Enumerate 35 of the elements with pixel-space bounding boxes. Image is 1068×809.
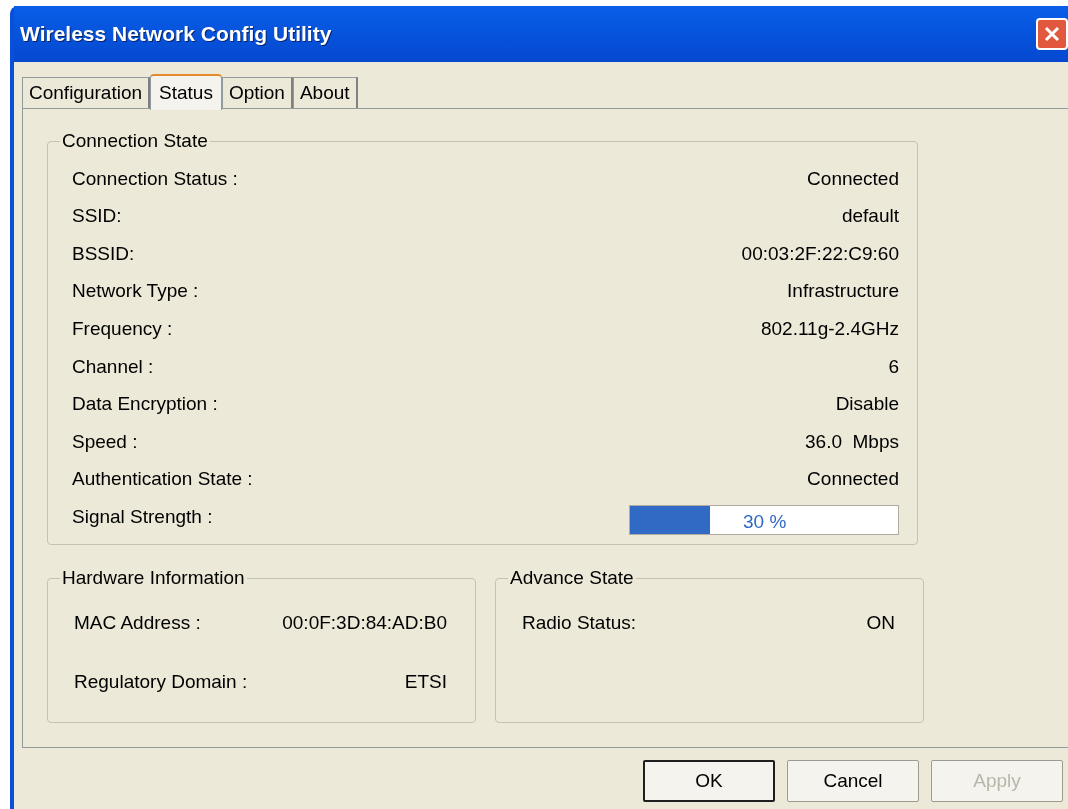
close-button[interactable] bbox=[1036, 18, 1068, 50]
field-label: SSID: bbox=[72, 204, 122, 229]
field-value: Connected bbox=[807, 467, 899, 492]
field-label: Regulatory Domain : bbox=[74, 670, 248, 694]
field-value: default bbox=[841, 204, 899, 229]
dialog-button[interactable]: Cancel bbox=[787, 760, 919, 802]
field-label: Authentication State : bbox=[72, 467, 253, 492]
dialog-button[interactable]: OK bbox=[643, 760, 775, 802]
field-value: 802.11g-2.4GHz bbox=[761, 316, 899, 341]
field-label: Connection Status : bbox=[72, 166, 238, 191]
field-label: Channel : bbox=[72, 354, 154, 379]
field-label: Speed : bbox=[72, 429, 138, 454]
field-value: ON bbox=[866, 611, 895, 635]
tab[interactable]: Configuration bbox=[22, 77, 151, 108]
field-value: Connected bbox=[807, 166, 899, 191]
close-icon bbox=[1042, 24, 1062, 44]
field-value: Disable bbox=[835, 392, 899, 417]
tab[interactable]: Option bbox=[221, 77, 293, 108]
field-label: Radio Status: bbox=[522, 611, 637, 635]
field-label: Signal Strength : bbox=[72, 504, 213, 529]
field-label: Network Type : bbox=[72, 279, 199, 304]
field-label: Frequency : bbox=[72, 316, 173, 341]
field-label: Data Encryption : bbox=[72, 392, 218, 417]
field-value: 00:0F:3D:84:AD:B0 bbox=[282, 611, 447, 635]
field-value: ETSI bbox=[404, 670, 447, 694]
field-value: 00:03:2F:22:C9:60 bbox=[741, 241, 899, 266]
field-label: BSSID: bbox=[72, 241, 135, 266]
meter-reading: 30 % bbox=[743, 510, 787, 535]
window-title: Wireless Network Config Utility bbox=[20, 21, 332, 48]
field-value: 36.0 Mbps bbox=[805, 429, 899, 454]
tab[interactable]: Status bbox=[150, 74, 222, 110]
field-value: 6 bbox=[888, 354, 899, 379]
field-label: MAC Address : bbox=[74, 611, 201, 635]
tab[interactable]: About bbox=[292, 77, 358, 108]
field-value: Infrastructure bbox=[787, 279, 899, 304]
